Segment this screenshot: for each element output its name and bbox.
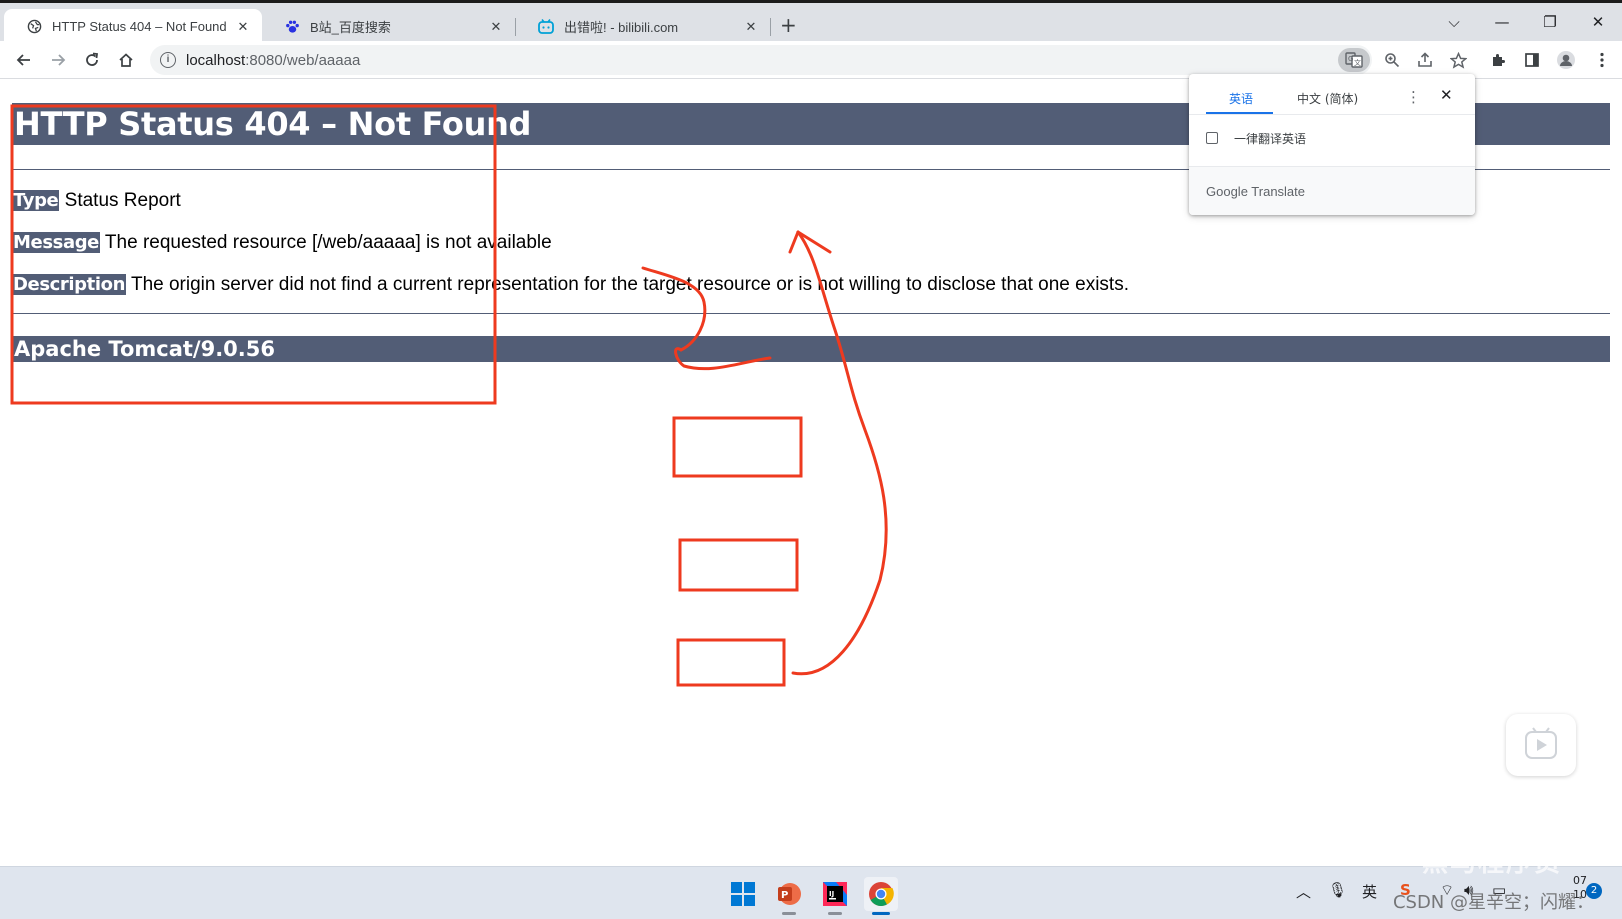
always-translate-checkbox[interactable] — [1206, 132, 1218, 144]
home-icon[interactable] — [112, 46, 140, 74]
message-label: Message — [12, 232, 100, 253]
microphone-icon[interactable]: 🎙︎ — [1328, 881, 1347, 899]
tab-search-icon[interactable]: ⌵ — [1430, 7, 1478, 37]
annotation-box-3 — [676, 638, 786, 687]
tab-close-icon[interactable]: ✕ — [487, 19, 505, 35]
tab-separator — [770, 18, 771, 36]
ime-indicator[interactable]: 英 — [1362, 881, 1377, 902]
extensions-puzzle-icon[interactable] — [1484, 46, 1512, 74]
type-label: Type — [12, 190, 60, 211]
profile-avatar-icon[interactable] — [1552, 46, 1580, 74]
zoom-icon[interactable] — [1380, 48, 1404, 72]
chrome-icon[interactable] — [864, 877, 898, 915]
tab-title: 出错啦! - bilibili.com — [564, 20, 679, 35]
window-controls: ⌵ — ❐ ✕ — [1430, 7, 1622, 37]
description-row: Description The origin server did not fi… — [12, 273, 1610, 297]
browser-menu-icon[interactable] — [1588, 46, 1616, 74]
url-text[interactable]: localhost:8080/web/aaaaa — [186, 52, 360, 69]
baidu-paw-icon — [284, 19, 300, 35]
annotation-box-1 — [672, 416, 803, 478]
windows-start-icon[interactable] — [726, 877, 760, 911]
watermark-heima: 黑马程序员 — [1421, 848, 1562, 878]
powerpoint-icon[interactable]: P — [772, 877, 806, 915]
tray-expand-icon[interactable]: ︿ — [1296, 881, 1311, 902]
bilibili-tv-icon — [538, 19, 554, 35]
close-icon[interactable]: ✕ — [1440, 86, 1453, 104]
type-value: Status Report — [59, 190, 181, 211]
tab-strip: HTTP Status 404 – Not Found ✕ B站_百度搜索 ✕ … — [0, 0, 1622, 44]
running-indicator — [782, 912, 796, 915]
always-translate-label: 一律翻译英语 — [1234, 132, 1307, 146]
tab-source-language[interactable]: 英语 — [1229, 90, 1253, 107]
svg-text:IJ: IJ — [829, 890, 834, 898]
message-value: The requested resource [/web/aaaaa] is n… — [100, 232, 552, 253]
description-label: Description — [12, 274, 127, 295]
site-info-icon[interactable]: i — [160, 52, 176, 68]
running-indicator — [828, 912, 842, 915]
watermark-csdn: CSDN @星辛空；闪耀： — [1392, 892, 1594, 913]
tab-close-icon[interactable]: ✕ — [234, 19, 252, 35]
annotation-box-2 — [678, 538, 799, 592]
message-row: Message The requested resource [/web/aaa… — [12, 231, 1610, 255]
tab-baidu-search[interactable]: B站_百度搜索 ✕ — [262, 9, 515, 44]
tab-title: HTTP Status 404 – Not Found — [52, 19, 227, 34]
tab-close-icon[interactable]: ✕ — [742, 19, 760, 35]
more-options-icon[interactable]: ⋮ — [1406, 88, 1421, 106]
tab-http-404[interactable]: HTTP Status 404 – Not Found ✕ — [4, 9, 262, 44]
tab-target-language[interactable]: 中文 (简体) — [1297, 90, 1358, 107]
bookmark-star-icon[interactable] — [1446, 48, 1470, 72]
play-icon — [1525, 727, 1557, 759]
svg-text:G: G — [1348, 55, 1353, 63]
svg-text:P: P — [781, 890, 788, 901]
url-path: :8080/web/aaaaa — [245, 51, 361, 69]
tab-title: B站_百度搜索 — [310, 20, 391, 35]
svg-text:文: 文 — [1354, 58, 1361, 67]
globe-icon — [26, 19, 42, 35]
taskbar: P IJ ︿ 🎙︎ 英 S ⌔ 🔊︎ ▭ — [0, 866, 1622, 919]
share-icon[interactable] — [1413, 48, 1437, 72]
back-arrow-icon[interactable] — [10, 46, 38, 74]
divider — [1189, 114, 1475, 115]
video-play-button[interactable] — [1506, 714, 1576, 776]
close-window-button[interactable]: ✕ — [1574, 7, 1622, 37]
clock-line-1: 07 — [1573, 874, 1587, 887]
running-indicator — [872, 912, 890, 915]
tab-bilibili[interactable]: 出错啦! - bilibili.com ✕ — [516, 9, 770, 44]
url-host: localhost — [186, 51, 246, 69]
translate-icon[interactable]: G文 — [1338, 48, 1370, 72]
google-translate-logo: Google Translate — [1206, 184, 1306, 199]
translate-popup: 英语 中文 (简体) ⋮ ✕ 一律翻译英语 Google Translate — [1189, 74, 1475, 215]
new-tab-button[interactable]: + — [780, 13, 797, 37]
reload-icon[interactable] — [78, 46, 106, 74]
description-value: The origin server did not find a current… — [126, 274, 1129, 295]
server-info-heading: Apache Tomcat/9.0.56 — [12, 336, 1610, 362]
forward-arrow-icon[interactable] — [44, 46, 72, 74]
restore-button[interactable]: ❐ — [1526, 7, 1574, 37]
address-bar[interactable]: i localhost:8080/web/aaaaa G文 — [150, 45, 1467, 75]
translate-popup-footer: Google Translate — [1189, 166, 1475, 215]
minimize-button[interactable]: — — [1478, 7, 1526, 37]
intellij-icon[interactable]: IJ — [818, 877, 852, 915]
side-panel-icon[interactable] — [1518, 46, 1546, 74]
